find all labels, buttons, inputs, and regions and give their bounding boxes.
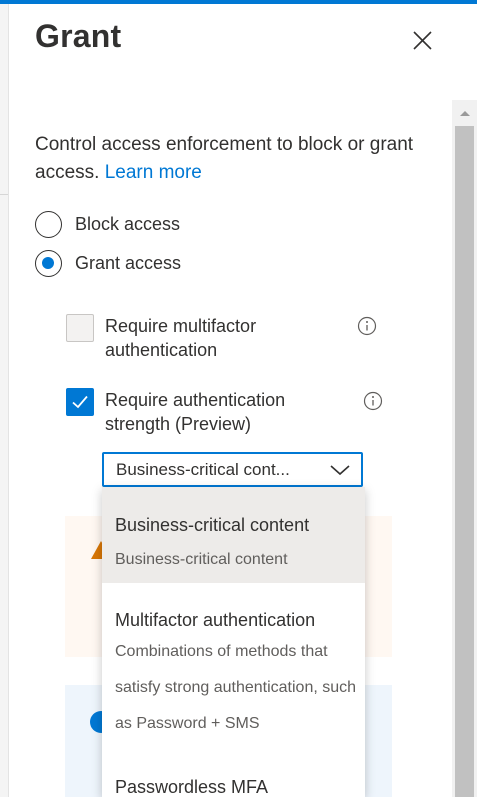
scrollbar-thumb[interactable] [455, 126, 474, 797]
radio-block-access[interactable]: Block access [35, 210, 180, 238]
info-icon[interactable] [357, 316, 377, 336]
scroll-up-arrow-icon [459, 111, 470, 116]
auth-strength-dropdown[interactable]: Business-critical cont... [102, 452, 363, 487]
top-accent-bar [0, 0, 477, 4]
radio-block-access-label: Block access [75, 213, 181, 234]
require-auth-strength-checkbox[interactable] [66, 388, 94, 416]
option-description: Business-critical content [115, 551, 288, 568]
close-icon [413, 31, 432, 50]
require-mfa-checkbox[interactable] [66, 314, 94, 342]
panel-description: Control access enforcement to block or g… [35, 134, 414, 183]
vertical-scrollbar[interactable] [452, 100, 477, 797]
dropdown-option-passwordless[interactable]: Passwordless MFA [102, 749, 365, 797]
checkmark-icon [72, 395, 88, 409]
panel-title: Grant [35, 18, 122, 54]
radio-grant-access[interactable]: Grant access [35, 249, 181, 277]
option-description: Combinations of methods that satisfy str… [115, 643, 357, 732]
auth-strength-dropdown-menu: Business-critical content Business-criti… [102, 487, 365, 797]
radio-grant-access-circle[interactable] [35, 249, 62, 277]
control-require-mfa[interactable]: Require multifactor authentication [66, 314, 396, 362]
dropdown-option-business-critical[interactable]: Business-critical content Business-criti… [102, 487, 365, 583]
require-mfa-label: Require multifactor authentication [105, 316, 257, 360]
learn-more-link[interactable]: Learn more [105, 162, 202, 183]
panel-edge [8, 4, 9, 797]
background-page-edge [0, 4, 8, 797]
option-title: Multifactor authentication [115, 610, 316, 630]
close-button[interactable] [408, 26, 438, 56]
radio-block-access-circle[interactable] [35, 210, 62, 238]
radio-grant-access-label: Grant access [75, 252, 182, 273]
option-title: Passwordless MFA [115, 777, 269, 797]
dropdown-selected-value: Business-critical cont... [116, 459, 290, 479]
require-auth-strength-label: Require authentication strength (Preview… [105, 390, 286, 434]
info-icon[interactable] [363, 391, 383, 411]
option-title: Business-critical content [115, 515, 310, 535]
chevron-down-icon [330, 465, 350, 476]
scroll-up-button[interactable] [452, 100, 477, 126]
dropdown-option-multifactor[interactable]: Multifactor authentication Combinations … [102, 583, 365, 749]
control-require-auth-strength[interactable]: Require authentication strength (Preview… [66, 388, 396, 436]
